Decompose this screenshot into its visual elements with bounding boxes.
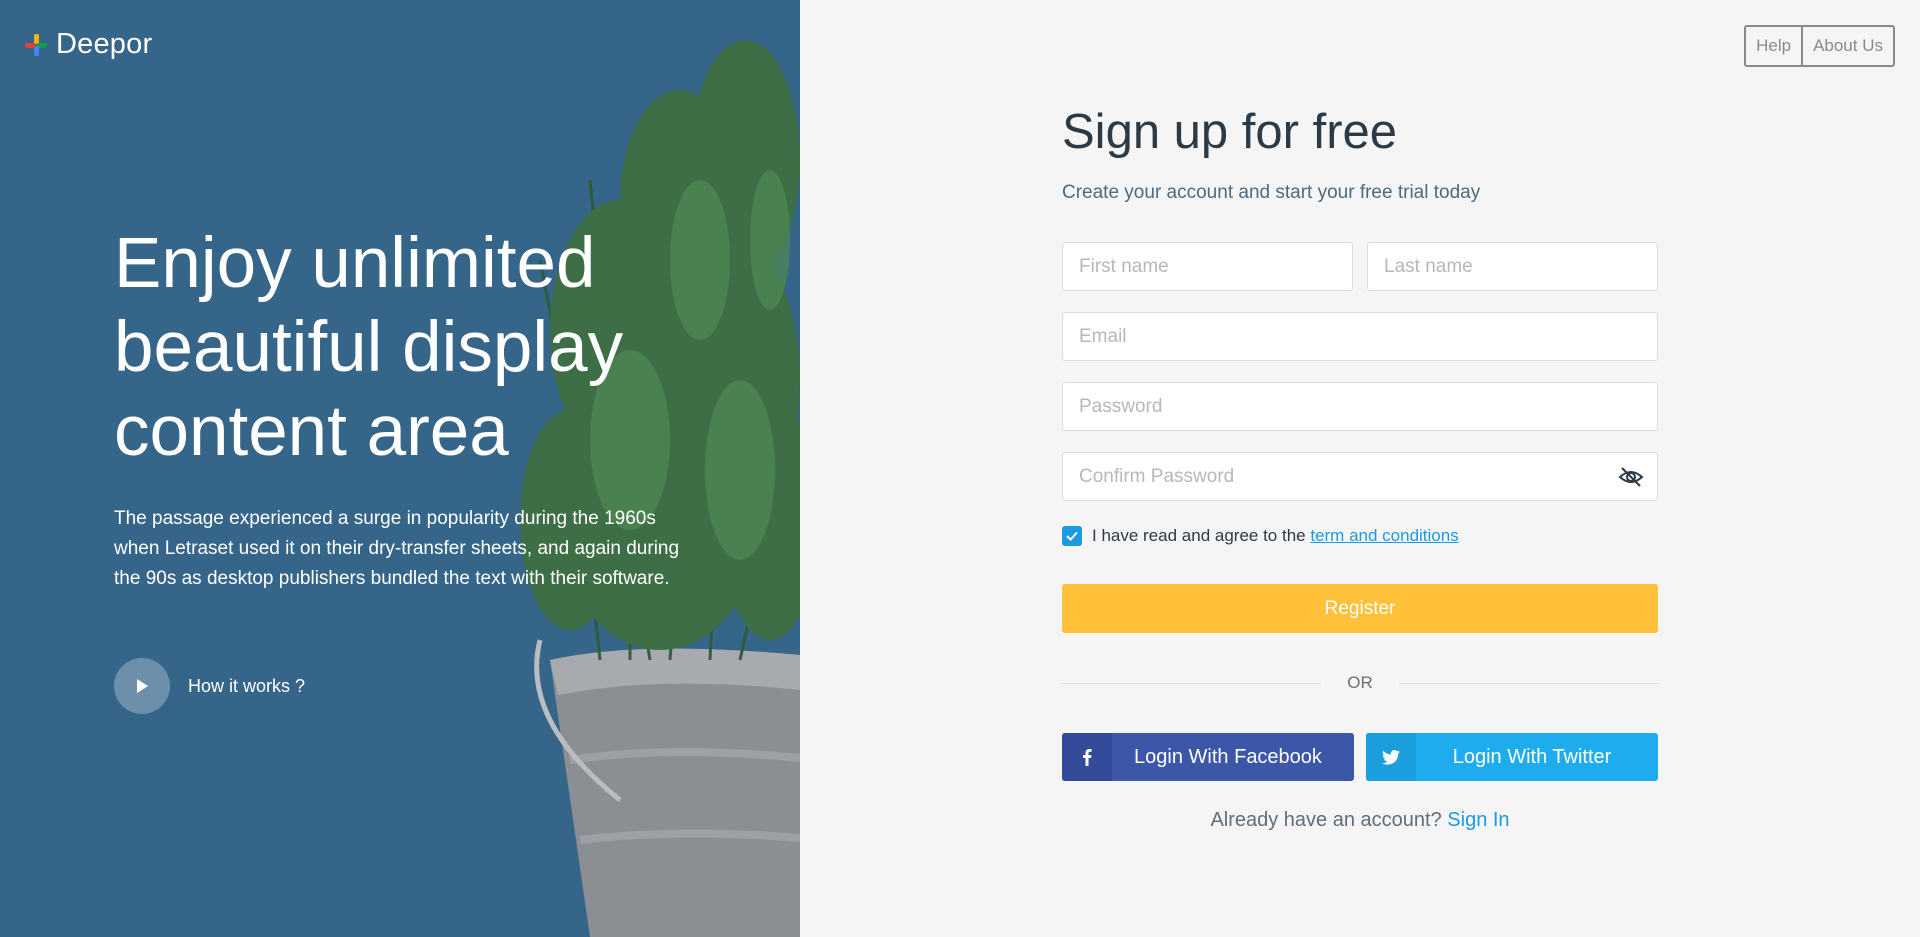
eye-off-icon[interactable] xyxy=(1618,465,1644,489)
hero-panel: Deepor Enjoy unlimited beautiful display… xyxy=(0,0,800,937)
hero-title: Enjoy unlimited beautiful display conten… xyxy=(114,222,714,474)
facebook-login-button[interactable]: Login With Facebook xyxy=(1062,733,1354,781)
twitter-login-button[interactable]: Login With Twitter xyxy=(1366,733,1658,781)
divider-line xyxy=(1398,682,1658,684)
or-divider: OR xyxy=(1062,673,1658,693)
hero-title-line: Enjoy unlimited xyxy=(114,224,596,303)
signup-form: Sign up for free Create your account and… xyxy=(1062,100,1658,832)
or-label: OR xyxy=(1347,673,1373,692)
signup-panel: Help About Us Sign up for free Create yo… xyxy=(800,0,1920,937)
terms-agreement: I have read and agree to the term and co… xyxy=(1062,526,1658,546)
twitter-icon xyxy=(1366,733,1416,781)
how-it-works-button[interactable]: How it works ? xyxy=(114,658,305,714)
help-link[interactable]: Help xyxy=(1746,27,1801,65)
signin-prompt: Already have an account? Sign In xyxy=(1062,809,1658,832)
check-icon xyxy=(1066,531,1078,541)
pinwheel-logo-icon xyxy=(25,33,47,56)
how-it-works-label: How it works ? xyxy=(188,675,306,696)
sign-in-link[interactable]: Sign In xyxy=(1447,809,1509,831)
confirm-password-input[interactable] xyxy=(1063,453,1657,500)
agree-text: I have read and agree to the term and co… xyxy=(1092,526,1459,546)
password-field xyxy=(1062,382,1658,431)
first-name-input[interactable] xyxy=(1063,243,1352,290)
divider-line xyxy=(1062,682,1322,684)
hero-title-line: beautiful display xyxy=(114,308,624,387)
agree-label: I have read and agree to the xyxy=(1092,526,1306,545)
top-nav: Help About Us xyxy=(1744,25,1895,67)
email-input[interactable] xyxy=(1063,313,1657,360)
facebook-login-label: Login With Facebook xyxy=(1134,745,1322,768)
last-name-field xyxy=(1367,242,1658,291)
page-title: Sign up for free xyxy=(1062,105,1398,159)
name-row xyxy=(1062,218,1658,291)
register-button[interactable]: Register xyxy=(1062,584,1658,633)
hero-content: Enjoy unlimited beautiful display conten… xyxy=(114,222,714,594)
password-input[interactable] xyxy=(1063,383,1657,430)
play-icon xyxy=(137,679,148,693)
play-button[interactable] xyxy=(114,658,170,714)
confirm-password-field xyxy=(1062,452,1658,501)
agree-checkbox[interactable] xyxy=(1062,526,1082,546)
facebook-icon xyxy=(1062,733,1112,781)
hero-title-line: content area xyxy=(114,392,509,471)
last-name-input[interactable] xyxy=(1368,243,1657,290)
terms-link[interactable]: term and conditions xyxy=(1310,526,1458,545)
signin-prompt-text: Already have an account? xyxy=(1210,809,1442,831)
page-subtitle: Create your account and start your free … xyxy=(1062,182,1481,203)
social-login: Login With Facebook Login With Twitter xyxy=(1062,733,1658,781)
hero-description: The passage experienced a surge in popul… xyxy=(114,508,680,589)
signup-page: Deepor Enjoy unlimited beautiful display… xyxy=(0,0,1920,937)
brand-name: Deepor xyxy=(56,28,153,60)
first-name-field xyxy=(1062,242,1353,291)
brand[interactable]: Deepor xyxy=(24,28,152,61)
about-us-link[interactable]: About Us xyxy=(1801,27,1893,65)
email-field xyxy=(1062,312,1658,361)
twitter-login-label: Login With Twitter xyxy=(1452,745,1612,768)
